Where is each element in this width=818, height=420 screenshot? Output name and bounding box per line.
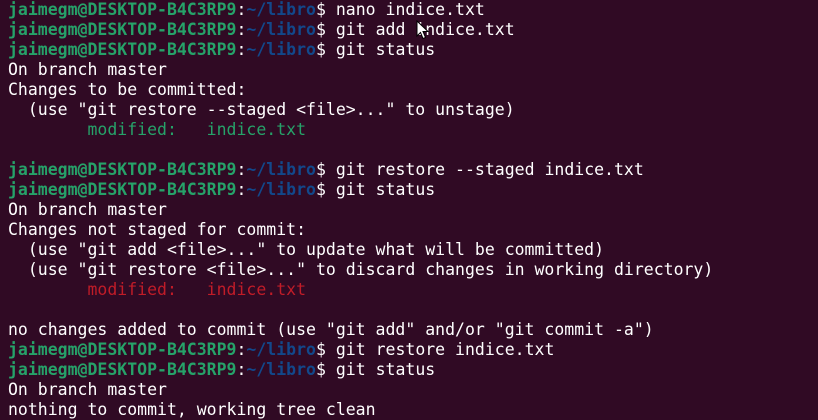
prompt-path: ~/libro: [246, 180, 316, 199]
prompt-symbol: $: [315, 160, 336, 179]
output-line: On branch master: [8, 200, 818, 220]
prompt-line: jaimegm@DESKTOP-B4C3RP9:~/libro$ git sta…: [8, 360, 818, 380]
prompt-line: jaimegm@DESKTOP-B4C3RP9:~/libro$ git add…: [8, 20, 818, 40]
output-text: On branch master: [8, 200, 167, 219]
command-text: git add indice.txt: [335, 20, 515, 39]
prompt-user-host: jaimegm@DESKTOP-B4C3RP9: [8, 40, 237, 59]
prompt-path: ~/libro: [246, 360, 316, 379]
unstaged-file-text: modified: indice.txt: [8, 280, 307, 299]
prompt-user-host: jaimegm@DESKTOP-B4C3RP9: [8, 20, 237, 39]
prompt-line: jaimegm@DESKTOP-B4C3RP9:~/libro$ git res…: [8, 160, 818, 180]
output-text: Changes to be committed:: [8, 80, 247, 99]
output-text: no changes added to commit (use "git add…: [8, 320, 654, 339]
command-text: git restore --staged indice.txt: [335, 160, 644, 179]
prompt-colon: :: [236, 160, 247, 179]
command-text: git status: [335, 40, 436, 59]
output-text: nothing to commit, working tree clean: [8, 400, 376, 419]
prompt-path: ~/libro: [246, 160, 316, 179]
output-text: On branch master: [8, 60, 167, 79]
output-text: (use "git restore --staged <file>..." to…: [8, 100, 515, 119]
prompt-colon: :: [236, 0, 247, 19]
output-line: (use "git restore --staged <file>..." to…: [8, 100, 818, 120]
prompt-colon: :: [236, 360, 247, 379]
status-file-line: modified: indice.txt: [8, 120, 818, 140]
command-text: git status: [335, 180, 436, 199]
command-text: git status: [335, 360, 436, 379]
output-line: (use "git add <file>..." to update what …: [8, 240, 818, 260]
prompt-colon: :: [236, 180, 247, 199]
prompt-path: ~/libro: [246, 20, 316, 39]
output-line: (use "git restore <file>..." to discard …: [8, 260, 818, 280]
prompt-user-host: jaimegm@DESKTOP-B4C3RP9: [8, 360, 237, 379]
prompt-user-host: jaimegm@DESKTOP-B4C3RP9: [8, 0, 237, 19]
output-line: Changes not staged for commit:: [8, 220, 818, 240]
output-line: On branch master: [8, 380, 818, 400]
prompt-path: ~/libro: [246, 40, 316, 59]
output-text: Changes not staged for commit:: [8, 220, 307, 239]
prompt-user-host: jaimegm@DESKTOP-B4C3RP9: [8, 160, 237, 179]
prompt-symbol: $: [315, 340, 336, 359]
output-text: On branch master: [8, 380, 167, 399]
prompt-line: jaimegm@DESKTOP-B4C3RP9:~/libro$ git sta…: [8, 180, 818, 200]
terminal-output: jaimegm@DESKTOP-B4C3RP9:~/libro$ nano in…: [8, 0, 818, 420]
output-line: Changes to be committed:: [8, 80, 818, 100]
prompt-path: ~/libro: [246, 0, 316, 19]
prompt-line: jaimegm@DESKTOP-B4C3RP9:~/libro$ git res…: [8, 340, 818, 360]
prompt-colon: :: [236, 40, 247, 59]
prompt-symbol: $: [315, 0, 336, 19]
prompt-user-host: jaimegm@DESKTOP-B4C3RP9: [8, 180, 237, 199]
command-text: nano indice.txt: [335, 0, 485, 19]
output-line: nothing to commit, working tree clean: [8, 400, 818, 420]
prompt-colon: :: [236, 20, 247, 39]
prompt-line: jaimegm@DESKTOP-B4C3RP9:~/libro$ nano in…: [8, 0, 818, 20]
status-file-line: modified: indice.txt: [8, 280, 818, 300]
prompt-symbol: $: [315, 20, 336, 39]
output-text: (use "git restore <file>..." to discard …: [8, 260, 714, 279]
prompt-colon: :: [236, 340, 247, 359]
output-line: no changes added to commit (use "git add…: [8, 320, 818, 340]
prompt-symbol: $: [315, 40, 336, 59]
prompt-symbol: $: [315, 180, 336, 199]
prompt-path: ~/libro: [246, 340, 316, 359]
prompt-symbol: $: [315, 360, 336, 379]
terminal-window[interactable]: jaimegm@DESKTOP-B4C3RP9:~/libro$ nano in…: [0, 0, 818, 420]
output-text: (use "git add <file>..." to update what …: [8, 240, 605, 259]
command-text: git restore indice.txt: [335, 340, 555, 359]
output-line: On branch master: [8, 60, 818, 80]
prompt-line: jaimegm@DESKTOP-B4C3RP9:~/libro$ git sta…: [8, 40, 818, 60]
staged-file-text: modified: indice.txt: [8, 120, 307, 139]
prompt-user-host: jaimegm@DESKTOP-B4C3RP9: [8, 340, 237, 359]
